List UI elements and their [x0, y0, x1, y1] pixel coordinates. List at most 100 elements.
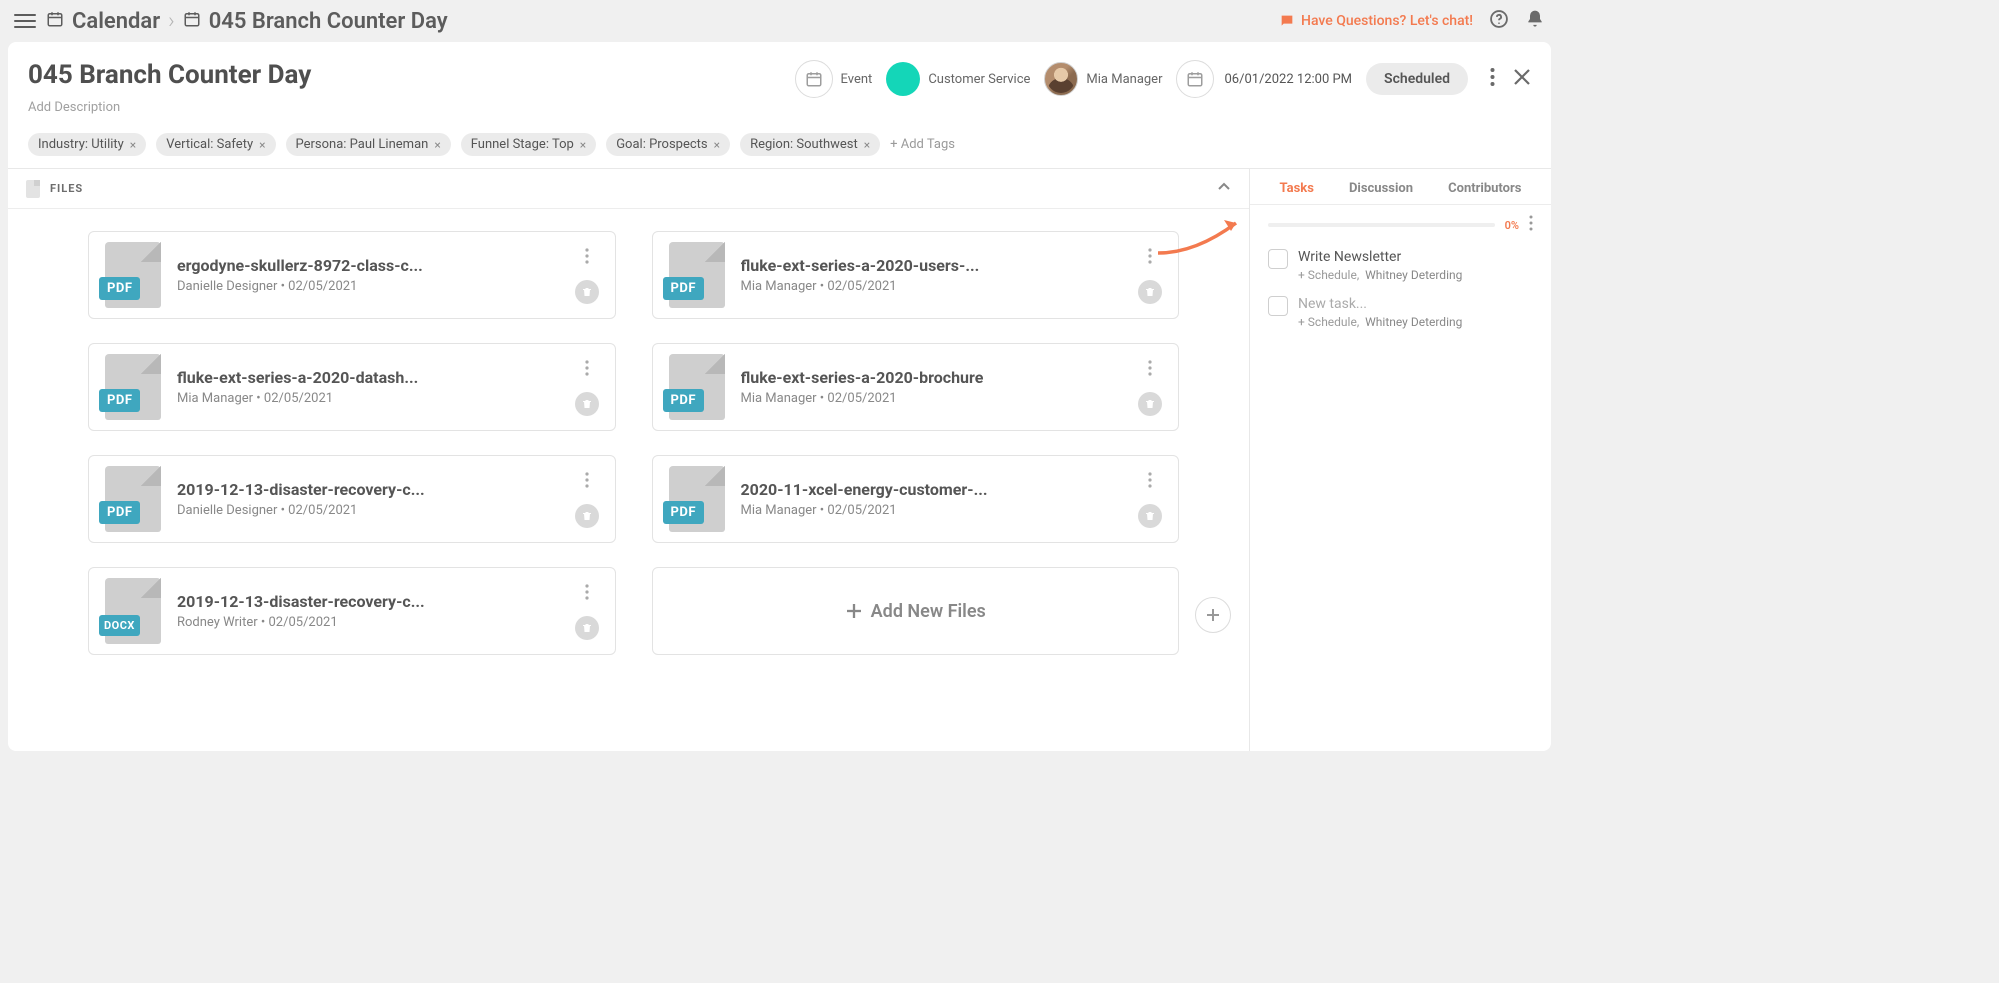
schedule-link[interactable]: + Schedule,: [1298, 268, 1359, 282]
task-meta: + Schedule, Whitney Deterding: [1298, 315, 1533, 329]
more-menu[interactable]: [1490, 67, 1495, 91]
file-more-menu[interactable]: [1146, 470, 1154, 494]
remove-tag-icon[interactable]: ×: [864, 138, 870, 152]
file-more-menu[interactable]: [583, 246, 591, 270]
task-checkbox[interactable]: [1268, 296, 1288, 316]
remove-tag-icon[interactable]: ×: [714, 138, 720, 152]
add-tags-button[interactable]: + Add Tags: [890, 137, 955, 152]
file-card[interactable]: DOCX 2019-12-13-disaster-recovery-c... R…: [88, 567, 616, 655]
tag[interactable]: Region: Southwest×: [740, 133, 880, 156]
file-meta: Mia Manager • 02/05/2021: [741, 279, 1123, 294]
file-name: 2019-12-13-disaster-recovery-c...: [177, 592, 559, 611]
side-tabs: Tasks Discussion Contributors: [1250, 181, 1551, 205]
delete-file-button[interactable]: [575, 504, 599, 528]
add-description[interactable]: Add Description: [28, 100, 311, 115]
breadcrumb-separator: ›: [168, 9, 175, 34]
category-label: Customer Service: [928, 72, 1030, 87]
category-selector[interactable]: Customer Service: [886, 62, 1030, 96]
file-more-menu[interactable]: [583, 582, 591, 606]
task-item: Write Newsletter + Schedule, Whitney Det…: [1250, 235, 1551, 282]
tab-tasks[interactable]: Tasks: [1280, 181, 1314, 196]
file-type-icon: PDF: [669, 242, 725, 308]
help-icon[interactable]: [1489, 9, 1509, 34]
chat-link[interactable]: Have Questions? Let's chat!: [1279, 13, 1473, 29]
owner-selector[interactable]: Mia Manager: [1044, 62, 1162, 96]
breadcrumb-root[interactable]: Calendar: [72, 9, 160, 34]
delete-file-button[interactable]: [575, 280, 599, 304]
collapse-icon[interactable]: [1217, 179, 1231, 198]
status-badge[interactable]: Scheduled: [1366, 63, 1468, 95]
bell-icon[interactable]: [1525, 9, 1545, 34]
tab-discussion[interactable]: Discussion: [1349, 181, 1413, 196]
calendar-icon: [795, 60, 833, 98]
topbar: Calendar › 045 Branch Counter Day Have Q…: [0, 0, 1559, 42]
file-type-icon: DOCX: [105, 578, 161, 644]
file-name: fluke-ext-series-a-2020-users-...: [741, 256, 1123, 275]
calendar-icon: [183, 10, 201, 33]
progress-bar: [1268, 223, 1495, 227]
event-type-selector[interactable]: Event: [795, 60, 873, 98]
close-button[interactable]: [1513, 68, 1531, 90]
file-more-menu[interactable]: [583, 358, 591, 382]
remove-tag-icon[interactable]: ×: [434, 138, 440, 152]
file-card[interactable]: PDF fluke-ext-series-a-2020-brochure Mia…: [652, 343, 1180, 431]
file-meta: Mia Manager • 02/05/2021: [741, 391, 1123, 406]
file-name: ergodyne-skullerz-8972-class-c...: [177, 256, 559, 275]
file-more-menu[interactable]: [583, 470, 591, 494]
file-meta: Mia Manager • 02/05/2021: [177, 391, 559, 406]
file-icon: [26, 180, 40, 198]
date-text: 06/01/2022 12:00 PM: [1224, 72, 1352, 87]
delete-file-button[interactable]: [1138, 392, 1162, 416]
new-task-input[interactable]: New task...: [1298, 296, 1533, 312]
tab-contributors[interactable]: Contributors: [1448, 181, 1521, 196]
file-meta: Danielle Designer • 02/05/2021: [177, 279, 559, 294]
category-color-dot: [886, 62, 920, 96]
file-meta: Mia Manager • 02/05/2021: [741, 503, 1123, 518]
tag[interactable]: Industry: Utility×: [28, 133, 146, 156]
task-assignee[interactable]: Whitney Deterding: [1365, 315, 1462, 329]
file-type-badge: PDF: [99, 277, 140, 300]
file-name: fluke-ext-series-a-2020-datash...: [177, 368, 559, 387]
tag[interactable]: Vertical: Safety×: [156, 133, 275, 156]
card-body: FILES PDF ergodyne-skullerz-8972-class-c…: [8, 169, 1551, 751]
file-meta: Rodney Writer • 02/05/2021: [177, 615, 559, 630]
file-type-icon: PDF: [105, 242, 161, 308]
calendar-icon: [46, 10, 64, 33]
delete-file-button[interactable]: [1138, 280, 1162, 304]
progress-row: 0%: [1250, 205, 1551, 235]
delete-file-button[interactable]: [575, 392, 599, 416]
file-meta: Danielle Designer • 02/05/2021: [177, 503, 559, 518]
file-card[interactable]: PDF 2019-12-13-disaster-recovery-c... Da…: [88, 455, 616, 543]
chat-icon: [1279, 13, 1295, 29]
file-card[interactable]: PDF fluke-ext-series-a-2020-users-... Mi…: [652, 231, 1180, 319]
page-title: 045 Branch Counter Day: [28, 60, 311, 90]
delete-file-button[interactable]: [575, 616, 599, 640]
file-name: 2019-12-13-disaster-recovery-c...: [177, 480, 559, 499]
file-card[interactable]: PDF ergodyne-skullerz-8972-class-c... Da…: [88, 231, 616, 319]
file-card[interactable]: PDF 2020-11-xcel-energy-customer-... Mia…: [652, 455, 1180, 543]
remove-tag-icon[interactable]: ×: [130, 138, 136, 152]
tag[interactable]: Persona: Paul Lineman×: [286, 133, 451, 156]
file-more-menu[interactable]: [1146, 246, 1154, 270]
file-more-menu[interactable]: [1146, 358, 1154, 382]
tasks-more-menu[interactable]: [1529, 215, 1533, 235]
add-new-files-button[interactable]: Add New Files: [652, 567, 1180, 655]
remove-tag-icon[interactable]: ×: [580, 138, 586, 152]
hamburger-icon[interactable]: [14, 10, 36, 32]
file-card[interactable]: PDF fluke-ext-series-a-2020-datash... Mi…: [88, 343, 616, 431]
tag[interactable]: Funnel Stage: Top×: [461, 133, 596, 156]
owner-label: Mia Manager: [1086, 72, 1162, 87]
delete-file-button[interactable]: [1138, 504, 1162, 528]
tag[interactable]: Goal: Prospects×: [606, 133, 730, 156]
task-assignee[interactable]: Whitney Deterding: [1365, 268, 1462, 282]
file-type-icon: PDF: [669, 354, 725, 420]
date-selector[interactable]: 06/01/2022 12:00 PM: [1176, 60, 1352, 98]
task-title[interactable]: Write Newsletter: [1298, 249, 1533, 265]
breadcrumb: Calendar › 045 Branch Counter Day: [46, 9, 448, 34]
card-header: 045 Branch Counter Day Add Description E…: [8, 42, 1551, 169]
remove-tag-icon[interactable]: ×: [259, 138, 265, 152]
task-checkbox[interactable]: [1268, 249, 1288, 269]
add-button[interactable]: [1195, 597, 1231, 633]
file-name: 2020-11-xcel-energy-customer-...: [741, 480, 1123, 499]
schedule-link[interactable]: + Schedule,: [1298, 315, 1359, 329]
